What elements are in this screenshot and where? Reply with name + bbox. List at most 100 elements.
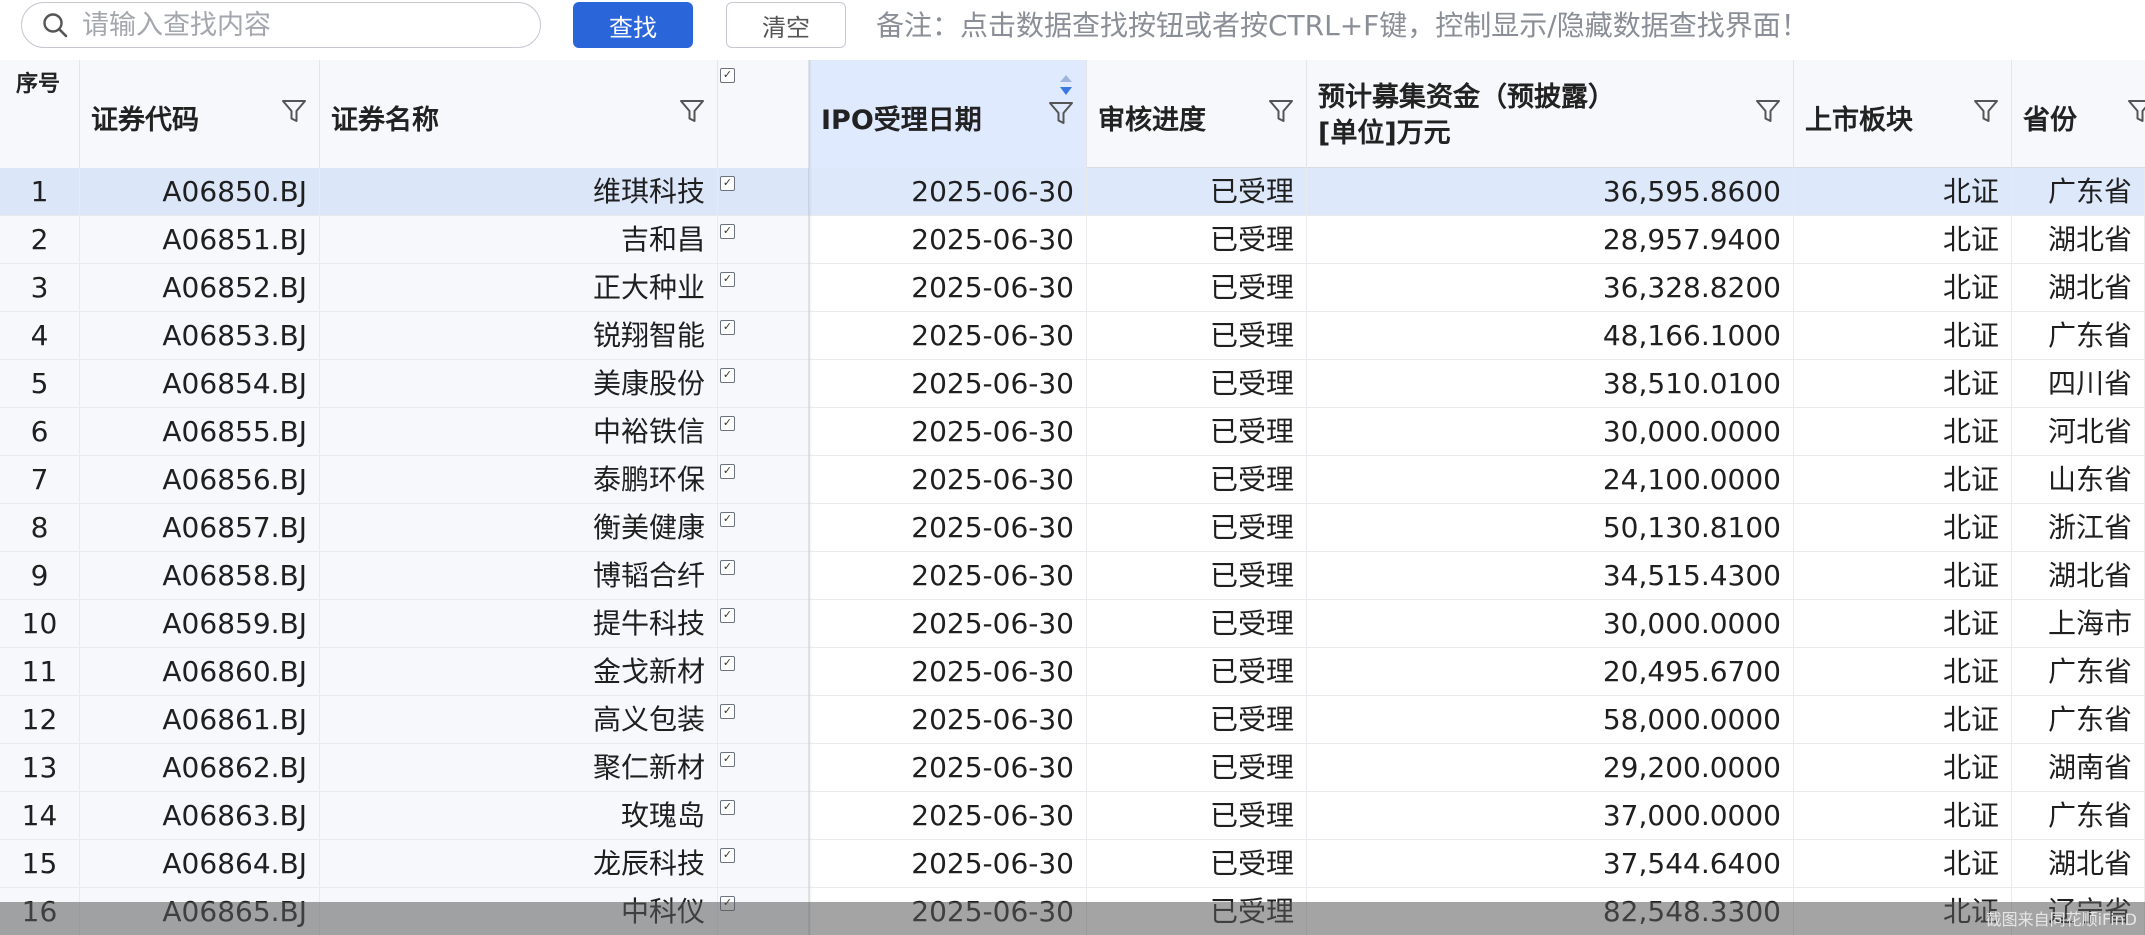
cell-province[interactable]: 上海市 (2012, 600, 2145, 647)
cell-security-name[interactable]: 聚仁新材 (320, 744, 718, 791)
cell-province[interactable]: 广东省 (2012, 648, 2145, 695)
cell-expected-funds[interactable]: 34,515.4300 (1307, 552, 1794, 599)
cell-security-name[interactable]: 龙辰科技 (320, 840, 718, 887)
header-security-code[interactable]: 证券代码 (80, 60, 320, 168)
row-checkbox[interactable]: ✓ (720, 408, 737, 451)
cell-listing-board[interactable]: 北证 (1794, 840, 2012, 887)
cell-checkbox[interactable]: ✓ (718, 744, 810, 791)
header-seq[interactable]: 序号 (0, 60, 80, 168)
table-row[interactable]: 10 A06859.BJ 提牛科技 ✓ 2025-06-30 已受理 30,000.0000… (0, 600, 2145, 648)
cell-checkbox[interactable]: ✓ (718, 360, 810, 407)
row-checkbox[interactable]: ✓ (720, 840, 737, 883)
table-row[interactable]: 12 A06861.BJ 高义包装 ✓ 2025-06-30 已受理 58,000.0000… (0, 696, 2145, 744)
cell-checkbox[interactable]: ✓ (718, 312, 810, 359)
cell-security-code[interactable]: A06858.BJ (80, 552, 320, 599)
cell-seq[interactable]: 12 (0, 696, 80, 743)
cell-listing-board[interactable]: 北证 (1794, 792, 2012, 839)
filter-icon[interactable] (1268, 98, 1294, 124)
cell-province[interactable]: 湖北省 (2012, 216, 2145, 263)
table-row[interactable]: 7 A06856.BJ 泰鹏环保 ✓ 2025-06-30 已受理 24,100.0000 北… (0, 456, 2145, 504)
cell-expected-funds[interactable]: 29,200.0000 (1307, 744, 1794, 791)
cell-security-code[interactable]: A06863.BJ (80, 792, 320, 839)
cell-province[interactable]: 河北省 (2012, 408, 2145, 455)
cell-ipo-date[interactable]: 2025-06-30 (810, 552, 1087, 599)
table-row[interactable]: 4 A06853.BJ 锐翔智能 ✓ 2025-06-30 已受理 48,166.1000 北… (0, 312, 2145, 360)
filter-icon[interactable] (1973, 98, 1999, 124)
cell-seq[interactable]: 15 (0, 840, 80, 887)
cell-expected-funds[interactable]: 48,166.1000 (1307, 312, 1794, 359)
find-button[interactable]: 查找 (573, 2, 693, 48)
table-row[interactable]: 6 A06855.BJ 中裕铁信 ✓ 2025-06-30 已受理 30,000.0000 北… (0, 408, 2145, 456)
cell-ipo-date[interactable]: 2025-06-30 (810, 168, 1087, 215)
cell-expected-funds[interactable]: 24,100.0000 (1307, 456, 1794, 503)
cell-security-name[interactable]: 衡美健康 (320, 504, 718, 551)
cell-province[interactable]: 广东省 (2012, 312, 2145, 359)
cell-expected-funds[interactable]: 38,510.0100 (1307, 360, 1794, 407)
table-row[interactable]: 14 A06863.BJ 玫瑰岛 ✓ 2025-06-30 已受理 37,000.0000 北… (0, 792, 2145, 840)
table-row[interactable]: 15 A06864.BJ 龙辰科技 ✓ 2025-06-30 已受理 37,544.6400… (0, 840, 2145, 888)
row-checkbox[interactable]: ✓ (720, 792, 737, 835)
cell-review-progress[interactable]: 已受理 (1087, 552, 1307, 599)
cell-security-name[interactable]: 博韬合纤 (320, 552, 718, 599)
header-province[interactable]: 省份 (2012, 60, 2145, 168)
cell-listing-board[interactable]: 北证 (1794, 504, 2012, 551)
cell-province[interactable]: 湖南省 (2012, 744, 2145, 791)
sort-arrows-icon[interactable] (1058, 74, 1074, 96)
table-row[interactable]: 9 A06858.BJ 博韬合纤 ✓ 2025-06-30 已受理 34,515.4300 北… (0, 552, 2145, 600)
table-row[interactable]: 11 A06860.BJ 金戈新材 ✓ 2025-06-30 已受理 20,495.6700… (0, 648, 2145, 696)
cell-listing-board[interactable]: 北证 (1794, 552, 2012, 599)
cell-province[interactable]: 广东省 (2012, 792, 2145, 839)
cell-seq[interactable]: 4 (0, 312, 80, 359)
table-row[interactable]: 3 A06852.BJ 正大种业 ✓ 2025-06-30 已受理 36,328.8200 北… (0, 264, 2145, 312)
cell-listing-board[interactable]: 北证 (1794, 408, 2012, 455)
cell-province[interactable]: 广东省 (2012, 696, 2145, 743)
cell-ipo-date[interactable]: 2025-06-30 (810, 744, 1087, 791)
cell-review-progress[interactable]: 已受理 (1087, 360, 1307, 407)
cell-security-code[interactable]: A06862.BJ (80, 744, 320, 791)
cell-security-code[interactable]: A06854.BJ (80, 360, 320, 407)
cell-ipo-date[interactable]: 2025-06-30 (810, 264, 1087, 311)
cell-seq[interactable]: 14 (0, 792, 80, 839)
table-row[interactable]: 8 A06857.BJ 衡美健康 ✓ 2025-06-30 已受理 50,130.8100 北… (0, 504, 2145, 552)
cell-security-name[interactable]: 美康股份 (320, 360, 718, 407)
cell-security-name[interactable]: 提牛科技 (320, 600, 718, 647)
cell-review-progress[interactable]: 已受理 (1087, 696, 1307, 743)
cell-expected-funds[interactable]: 37,000.0000 (1307, 792, 1794, 839)
cell-ipo-date[interactable]: 2025-06-30 (810, 504, 1087, 551)
cell-security-code[interactable]: A06852.BJ (80, 264, 320, 311)
cell-checkbox[interactable]: ✓ (718, 600, 810, 647)
cell-seq[interactable]: 6 (0, 408, 80, 455)
cell-listing-board[interactable]: 北证 (1794, 216, 2012, 263)
cell-ipo-date[interactable]: 2025-06-30 (810, 840, 1087, 887)
cell-checkbox[interactable]: ✓ (718, 648, 810, 695)
cell-province[interactable]: 湖北省 (2012, 264, 2145, 311)
cell-checkbox[interactable]: ✓ (718, 792, 810, 839)
cell-seq[interactable]: 5 (0, 360, 80, 407)
cell-listing-board[interactable]: 北证 (1794, 456, 2012, 503)
cell-security-name[interactable]: 中裕铁信 (320, 408, 718, 455)
cell-expected-funds[interactable]: 30,000.0000 (1307, 408, 1794, 455)
cell-ipo-date[interactable]: 2025-06-30 (810, 696, 1087, 743)
cell-ipo-date[interactable]: 2025-06-30 (810, 648, 1087, 695)
cell-review-progress[interactable]: 已受理 (1087, 456, 1307, 503)
cell-review-progress[interactable]: 已受理 (1087, 264, 1307, 311)
cell-security-name[interactable]: 玫瑰岛 (320, 792, 718, 839)
header-expected-funds[interactable]: 预计募集资金（预披露） [单位]万元 (1307, 60, 1794, 168)
cell-security-code[interactable]: A06856.BJ (80, 456, 320, 503)
cell-ipo-date[interactable]: 2025-06-30 (810, 312, 1087, 359)
row-checkbox[interactable]: ✓ (720, 648, 737, 691)
cell-review-progress[interactable]: 已受理 (1087, 408, 1307, 455)
cell-checkbox[interactable]: ✓ (718, 552, 810, 599)
cell-expected-funds[interactable]: 36,595.8600 (1307, 168, 1794, 215)
header-checkbox-column[interactable]: ✓ (718, 60, 810, 168)
cell-province[interactable]: 湖北省 (2012, 552, 2145, 599)
cell-listing-board[interactable]: 北证 (1794, 168, 2012, 215)
cell-checkbox[interactable]: ✓ (718, 696, 810, 743)
cell-security-code[interactable]: A06857.BJ (80, 504, 320, 551)
cell-ipo-date[interactable]: 2025-06-30 (810, 408, 1087, 455)
cell-seq[interactable]: 1 (0, 168, 80, 215)
row-checkbox[interactable]: ✓ (720, 600, 737, 643)
row-checkbox[interactable]: ✓ (720, 504, 737, 547)
cell-province[interactable]: 广东省 (2012, 168, 2145, 215)
cell-security-name[interactable]: 金戈新材 (320, 648, 718, 695)
